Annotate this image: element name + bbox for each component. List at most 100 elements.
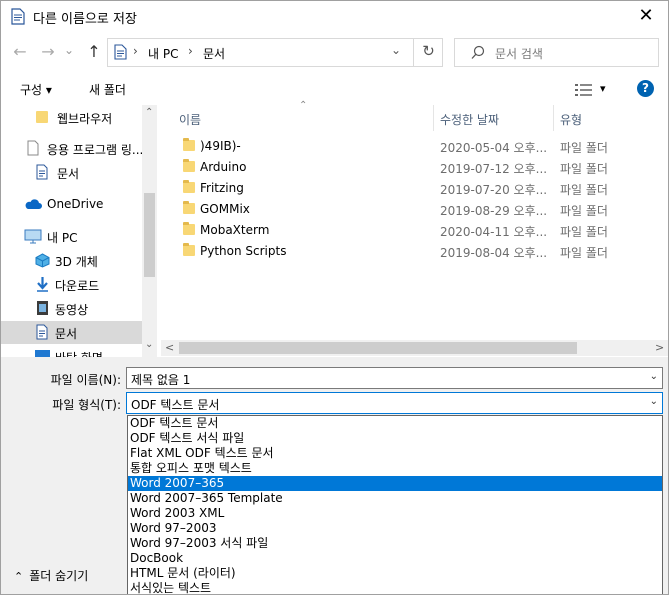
sidebar-item-label: 응용 프로그램 링... [47,143,144,157]
file-row[interactable]: Arduino 2019-07-12 오후... 파일 폴더 [161,157,668,178]
column-divider[interactable] [433,105,434,131]
filetype-option[interactable]: Word 97–2003 서식 파일 [128,536,662,551]
breadcrumb-this-pc[interactable]: 내 PC [148,45,178,62]
filename-field[interactable]: 제목 없음 1 ⌄ [126,367,663,389]
file-row[interactable]: Fritzing 2019-07-20 오후... 파일 폴더 [161,178,668,199]
file-type: 파일 폴더 [560,183,608,197]
sidebar-item-label: 문서 [57,167,80,181]
breadcrumb-documents[interactable]: 문서 [203,45,225,62]
sidebar-item-3d-objects[interactable]: 3D 개체 [1,249,142,272]
new-folder-button[interactable]: 새 폴더 [89,81,126,98]
file-modified: 2019-08-29 오후... [440,204,548,218]
folder-icon [183,201,195,214]
chevron-down-icon[interactable]: ⌄ [650,371,658,382]
back-button[interactable]: ← [9,41,31,63]
sidebar-item-label: 웹브라우저 [57,112,113,126]
scroll-down-button[interactable]: ⌄ [145,339,153,350]
file-name: Arduino [200,160,247,174]
filetype-label: 파일 형식(T): [52,398,121,412]
forward-button[interactable]: → [37,41,59,63]
address-bar[interactable]: › 내 PC › 문서 ⌄ [107,38,443,67]
file-list-hscrollbar[interactable]: < > [161,340,668,356]
hide-folders-label: 폴더 숨기기 [29,569,89,583]
file-type: 파일 폴더 [560,225,608,239]
search-box[interactable]: 문서 검색 [454,38,659,67]
sidebar-item-web-browser[interactable]: 웹브라우저 [1,106,142,129]
chevron-down-icon[interactable]: ⌄ [650,396,658,407]
filetype-option-selected[interactable]: Word 2007–365 [128,476,662,491]
column-header-modified[interactable]: 수정한 날짜 [440,111,499,128]
file-type: 파일 폴더 [560,162,608,176]
save-as-dialog: 다른 이름으로 저장 ✕ ← → ⌄ ↑ › 내 PC › 문서 ⌄ ↻ 문서 … [0,0,669,595]
scroll-left-button[interactable]: < [165,341,174,354]
recent-locations-button[interactable]: ⌄ [62,39,76,61]
desktop-icon [35,350,50,357]
filetype-option[interactable]: HTML 문서 (라이터) [128,566,662,581]
file-row[interactable]: )49IB)- 2020-05-04 오후... 파일 폴더 [161,136,668,157]
column-divider[interactable] [553,105,554,131]
file-row[interactable]: Python Scripts 2019-08-04 오후... 파일 폴더 [161,241,668,262]
file-name: MobaXterm [200,223,270,237]
address-expand-button[interactable]: ⌄ [391,43,401,57]
filetype-select[interactable]: ODF 텍스트 문서 ⌄ [126,392,663,414]
folder-icon [183,222,195,235]
refresh-button[interactable]: ↻ [413,38,443,67]
search-input[interactable]: 문서 검색 [495,45,543,62]
cloud-icon [25,199,42,209]
view-list-icon[interactable] [575,83,593,97]
folder-icon [183,159,195,172]
sidebar-item-downloads[interactable]: 다운로드 [1,273,142,296]
file-type: 파일 폴더 [560,204,608,218]
scroll-right-button[interactable]: > [655,341,664,354]
sidebar-item-desktop[interactable]: 바탕 화면 [1,345,142,357]
sidebar-item-onedrive[interactable]: OneDrive [1,193,142,216]
help-button[interactable]: ? [637,80,654,97]
filetype-option[interactable]: Word 97–2003 [128,521,662,536]
column-header-type[interactable]: 유형 [560,111,582,128]
filetype-option[interactable]: ODF 텍스트 서식 파일 [128,431,662,446]
sidebar-item-videos[interactable]: 동영상 [1,297,142,320]
filetype-option[interactable]: Word 2003 XML [128,506,662,521]
computer-icon [24,229,42,244]
file-modified: 2019-08-04 오후... [440,246,548,260]
document-icon [11,8,25,25]
sidebar-item-documents-quick[interactable]: 문서 [1,161,142,184]
cube-icon [35,253,50,268]
scroll-thumb[interactable] [144,193,155,277]
scroll-up-button[interactable]: ⌃ [145,107,153,118]
organize-button[interactable]: 구성 ▾ [20,81,52,98]
filetype-option[interactable]: Flat XML ODF 텍스트 문서 [128,446,662,461]
scroll-thumb[interactable] [179,342,577,354]
file-modified: 2019-07-12 오후... [440,162,548,176]
file-name: Python Scripts [200,244,287,258]
filetype-option[interactable]: 서식있는 텍스트 [128,581,662,594]
filetype-option[interactable]: DocBook [128,551,662,566]
sidebar-item-documents[interactable]: 문서 [1,321,142,344]
close-button[interactable]: ✕ [632,5,660,29]
filetype-option[interactable]: Word 2007–365 Template [128,491,662,506]
sidebar-item-label: 다운로드 [55,279,100,293]
sidebar-item-label: 바탕 화면 [55,349,103,357]
file-list: ⌃ 이름 수정한 날짜 유형 )49IB)- 2020-05-04 오후... … [161,100,668,340]
filetype-option[interactable]: ODF 텍스트 문서 [128,416,662,431]
file-name: GOMMix [200,202,250,216]
navigation-pane: 웹브라우저 응용 프로그램 링... 문서 OneDrive 내 PC 3D 개… [1,105,157,357]
sidebar-item-app-link[interactable]: 응용 프로그램 링... [1,137,144,160]
command-bar: 구성 ▾ 새 폴더 ▾ ? [1,73,668,106]
up-button[interactable]: ↑ [83,41,105,63]
hide-folders-button[interactable]: ⌃ 폴더 숨기기 [14,567,88,584]
sidebar-scrollbar[interactable]: ⌃ ⌄ [142,105,157,357]
sidebar-item-label: 문서 [55,327,78,341]
view-options-button[interactable]: ▾ [600,82,606,95]
column-header-name[interactable]: 이름 [179,111,201,128]
folder-icon [183,138,195,151]
file-row[interactable]: MobaXterm 2020-04-11 오후... 파일 폴더 [161,220,668,241]
file-modified: 2019-07-20 오후... [440,183,548,197]
filetype-option[interactable]: 통합 오피스 포맷 텍스트 [128,461,662,476]
organize-label: 구성 [20,83,43,97]
file-row[interactable]: GOMMix 2019-08-29 오후... 파일 폴더 [161,199,668,220]
breadcrumb-separator: › [133,44,138,58]
filetype-value: ODF 텍스트 문서 [131,398,220,412]
file-name: )49IB)- [200,139,241,153]
sidebar-item-this-pc[interactable]: 내 PC [1,225,142,248]
